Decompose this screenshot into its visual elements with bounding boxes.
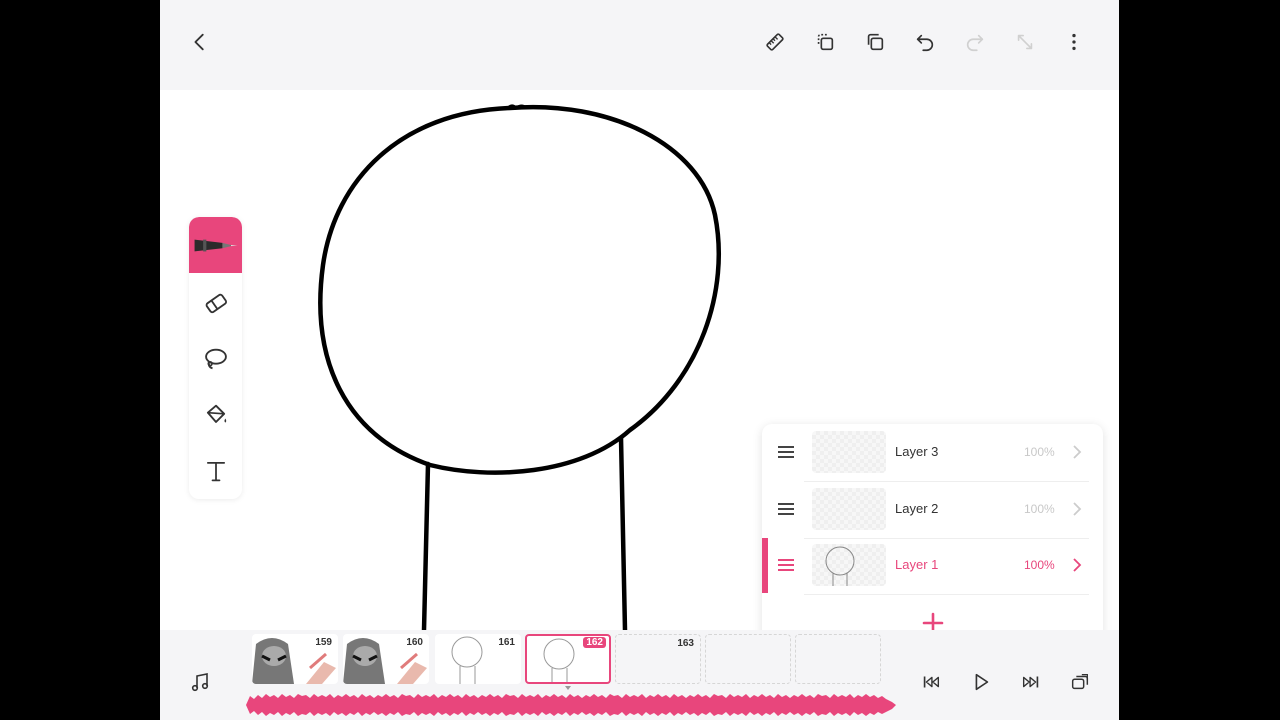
layers-icon[interactable] — [1066, 668, 1094, 696]
redo-icon[interactable] — [960, 27, 990, 57]
chevron-right-icon[interactable] — [1068, 443, 1086, 461]
frame-number: 160 — [406, 637, 423, 648]
drag-handle-icon[interactable] — [776, 443, 796, 461]
chevron-right-icon[interactable] — [1068, 500, 1086, 518]
layer-thumbnail — [812, 488, 886, 530]
drag-handle-icon[interactable] — [776, 500, 796, 518]
frame-thumbnail[interactable]: 161 — [435, 634, 521, 684]
top-toolbar — [160, 0, 1119, 90]
skip-end-icon[interactable] — [1017, 668, 1045, 696]
empty-frame[interactable] — [705, 634, 791, 684]
eraser-icon[interactable] — [189, 275, 242, 331]
frame-number: 161 — [498, 637, 515, 648]
more-vertical-icon[interactable] — [1059, 27, 1089, 57]
layer-row[interactable]: Layer 2 100% — [762, 481, 1103, 538]
empty-frame[interactable]: 163 — [615, 634, 701, 684]
frame-number: 163 — [677, 638, 694, 649]
empty-frame[interactable] — [795, 634, 881, 684]
frame-thumbnail[interactable]: 160 — [343, 634, 429, 684]
layer-row-selected[interactable]: Layer 1 100% — [762, 537, 1103, 594]
layer-name: Layer 2 — [895, 501, 939, 516]
divider — [804, 594, 1089, 595]
timeline-bar: 159 160 161 162 163 — [160, 630, 1119, 720]
ruler-icon[interactable] — [760, 27, 790, 57]
frame-number: 162 — [583, 637, 606, 648]
layer-name: Layer 1 — [895, 557, 939, 572]
layer-row[interactable]: Layer 3 100% — [762, 424, 1103, 481]
layers-panel: Layer 3 100% Layer 2 100% Layer 1 100% — [762, 424, 1103, 650]
resize-icon[interactable] — [1010, 27, 1040, 57]
layer-name: Layer 3 — [895, 444, 939, 459]
frame-thumbnail[interactable]: 159 — [252, 634, 338, 684]
layer-opacity: 100% — [1024, 558, 1055, 572]
audio-waveform[interactable] — [246, 692, 896, 718]
play-icon[interactable] — [967, 668, 995, 696]
layer-thumbnail — [812, 431, 886, 473]
undo-icon[interactable] — [910, 27, 940, 57]
lasso-icon[interactable] — [189, 331, 242, 387]
current-frame-thumbnail[interactable]: 162 — [525, 634, 611, 684]
copy-icon[interactable] — [860, 27, 890, 57]
layer-opacity: 100% — [1024, 502, 1055, 516]
chevron-right-icon[interactable] — [1068, 556, 1086, 574]
music-note-icon[interactable] — [188, 670, 212, 694]
animation-app: Layer 3 100% Layer 2 100% Layer 1 100% 1… — [160, 0, 1119, 720]
frame-number: 159 — [315, 637, 332, 648]
skip-start-icon[interactable] — [917, 668, 945, 696]
duplicate-frame-icon[interactable] — [810, 27, 840, 57]
selection-indicator — [762, 538, 768, 593]
drag-handle-icon[interactable] — [776, 556, 796, 574]
tool-palette — [189, 217, 242, 499]
layer-thumbnail — [812, 544, 886, 586]
layer-opacity: 100% — [1024, 445, 1055, 459]
paint-bucket-icon[interactable] — [189, 387, 242, 443]
text-icon[interactable] — [189, 443, 242, 499]
pen-tool-icon[interactable] — [189, 217, 242, 273]
playhead-marker — [565, 686, 571, 690]
back-chevron-icon[interactable] — [185, 27, 215, 57]
